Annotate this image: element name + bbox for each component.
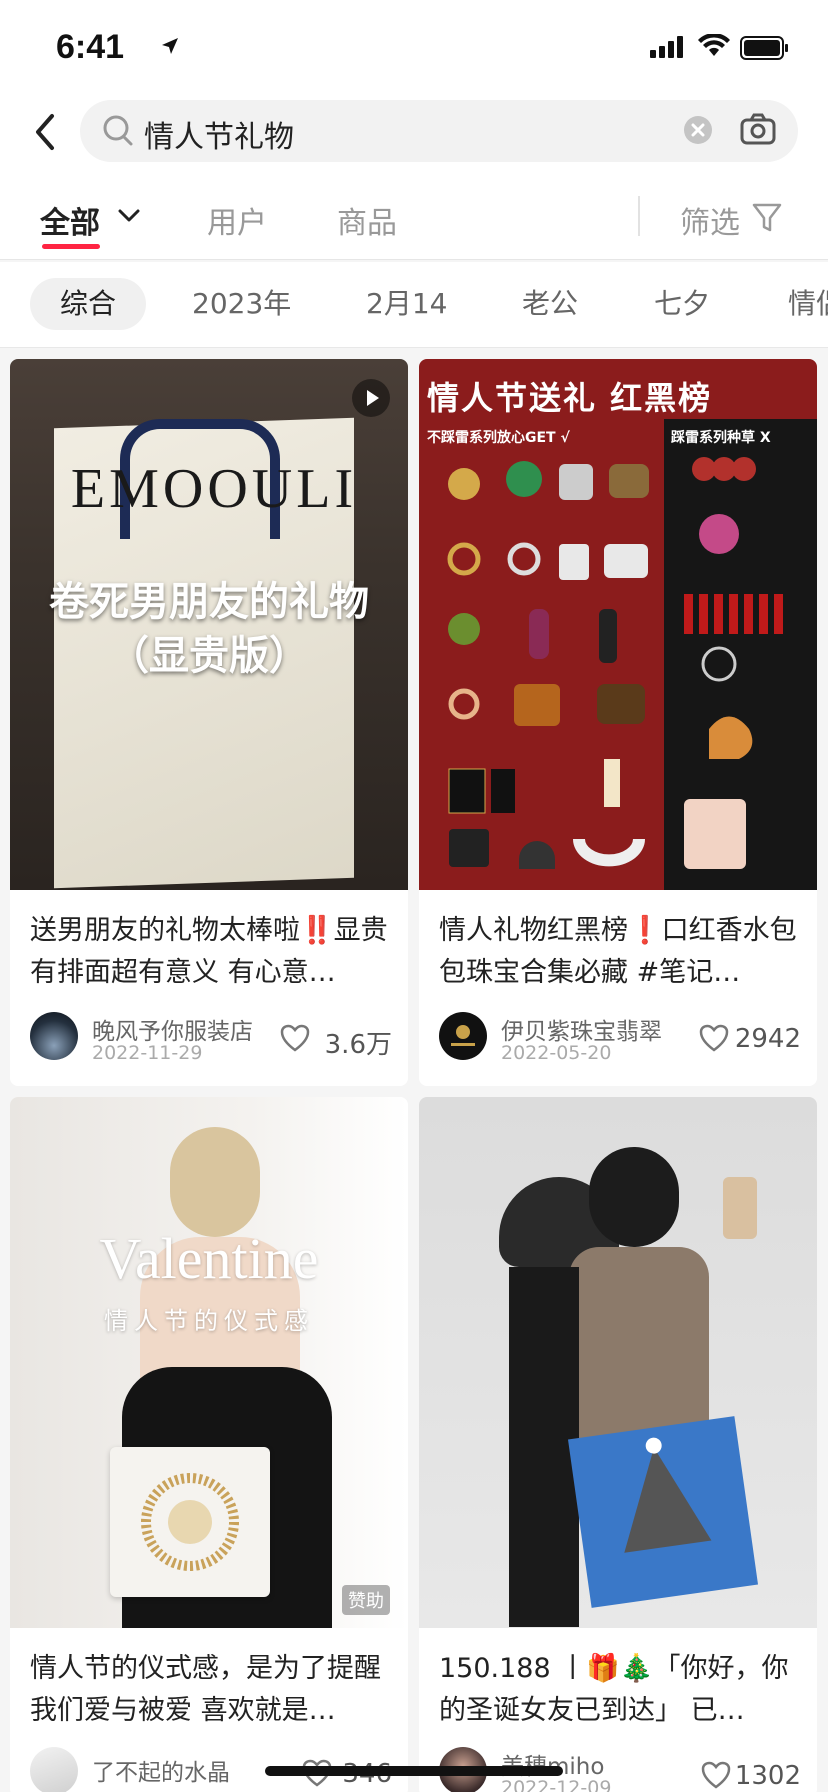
- filter-icon[interactable]: [752, 202, 782, 238]
- battery-icon: [740, 36, 790, 64]
- note-title[interactable]: 情人礼物红黑榜❗️口红香水包包珠宝合集必藏 #笔记…: [439, 910, 801, 994]
- video-badge: [352, 379, 390, 417]
- cover-caption-line1: 卷死男朋友的礼物: [49, 579, 369, 625]
- poster-product-grid: [447, 457, 783, 869]
- status-bar: 6:41: [0, 0, 828, 96]
- back-button[interactable]: [26, 106, 66, 158]
- author-name[interactable]: 晚风予你服装店: [92, 1012, 253, 1046]
- cover-caption-line1: Valentine: [99, 1226, 319, 1291]
- chip-couple[interactable]: 情侣: [758, 278, 828, 330]
- note-meta: 伊贝紫珠宝翡翠 2022-05-20 2942: [439, 1012, 801, 1064]
- signal-icon: [650, 36, 686, 62]
- note-card[interactable]: Valentine 情人节的仪式感 赞助 情人节的仪式感，是为了提醒我们爱与被爱…: [10, 1097, 408, 1792]
- wifi-icon: [698, 33, 730, 62]
- cover-caption-line2: （显贵版）: [109, 633, 309, 679]
- avatar[interactable]: [439, 1012, 487, 1060]
- tab-goods[interactable]: 商品: [337, 198, 397, 242]
- active-tab-indicator: [42, 244, 100, 249]
- post-date: 2022-12-09: [501, 1777, 612, 1792]
- heart-icon[interactable]: [701, 1761, 731, 1792]
- post-date: 2022-11-29: [92, 1042, 203, 1064]
- chevron-down-icon[interactable]: [117, 205, 141, 229]
- note-card[interactable]: 150.188 丨🎁🎄「你好，你的圣诞女友已到达」 已… 美穗miho 2022…: [419, 1097, 817, 1792]
- gift-box-image: [110, 1447, 270, 1597]
- like-count: 3.6万: [324, 1030, 392, 1060]
- like-count: 2942: [734, 1024, 801, 1054]
- home-indicator[interactable]: [265, 1766, 563, 1776]
- note-cover-image[interactable]: [419, 1097, 817, 1628]
- heart-icon[interactable]: [699, 1024, 729, 1056]
- tab-all[interactable]: 全部: [40, 198, 100, 242]
- author-name[interactable]: 了不起的水晶: [92, 1753, 230, 1787]
- chip-feb14[interactable]: 2月14: [336, 278, 477, 330]
- chip-2023[interactable]: 2023年: [162, 278, 321, 330]
- play-icon: [367, 390, 379, 406]
- note-title[interactable]: 150.188 丨🎁🎄「你好，你的圣诞女友已到达」 已…: [439, 1648, 801, 1732]
- location-arrow-icon: [160, 36, 180, 60]
- note-cover-image[interactable]: Valentine 情人节的仪式感 赞助: [10, 1097, 408, 1628]
- status-time: 6:41: [56, 28, 125, 66]
- brand-logo-icon: [451, 1025, 475, 1046]
- like-count: 1302: [734, 1761, 801, 1791]
- note-card[interactable]: 情人节送礼 红黑榜 不踩雷系列放心GET √ 踩雷系列种草 X 情人礼物红黑榜❗…: [419, 359, 817, 1086]
- model-hair-image: [170, 1127, 260, 1237]
- chip-husband[interactable]: 老公: [492, 278, 608, 330]
- note-title[interactable]: 送男朋友的礼物太棒啦‼️显贵有排面超有意义 有心意…: [30, 910, 392, 994]
- chip-comprehensive[interactable]: 综合: [30, 278, 147, 330]
- author-name[interactable]: 伊贝紫珠宝翡翠: [501, 1012, 662, 1046]
- gift-box-image: [567, 1416, 759, 1608]
- tab-divider: [638, 196, 640, 236]
- search-icon: [102, 114, 134, 152]
- note-meta: 晚风予你服装店 2022-11-29 3.6万: [30, 1012, 392, 1064]
- note-cover-image[interactable]: EMOOULI 卷死男朋友的礼物 （显贵版）: [10, 359, 408, 890]
- tab-users[interactable]: 用户: [207, 198, 267, 242]
- search-query[interactable]: 情人节礼物: [144, 112, 294, 156]
- sponsored-badge: 赞助: [342, 1585, 390, 1615]
- back-arrow-icon: [36, 114, 54, 150]
- note-card[interactable]: EMOOULI 卷死男朋友的礼物 （显贵版） 送男朋友的礼物太棒啦‼️显贵有排面…: [10, 359, 408, 1086]
- search-results-page: 6:41 情人节礼物 全部 用户 商品 筛选 综合 2023年 2月14 老公 …: [0, 0, 828, 1792]
- search-bar[interactable]: 情人节礼物: [80, 100, 798, 162]
- search-header: 情人节礼物: [0, 96, 828, 186]
- cover-caption-line2: 情人节的仪式感: [104, 1307, 314, 1335]
- note-cover-image[interactable]: 情人节送礼 红黑榜 不踩雷系列放心GET √ 踩雷系列种草 X: [419, 359, 817, 890]
- post-date: 2022-05-20: [501, 1042, 612, 1064]
- clear-search-button[interactable]: [684, 116, 712, 144]
- camera-icon: [740, 113, 776, 145]
- chip-qixi[interactable]: 七夕: [624, 278, 740, 330]
- hair-image: [589, 1147, 679, 1247]
- result-tabs: 全部 用户 商品 筛选: [0, 186, 828, 260]
- keyword-chips: 综合 2023年 2月14 老公 七夕 情侣: [0, 262, 828, 348]
- bag-brand-text: EMOOULI: [70, 458, 358, 520]
- camera-search-button[interactable]: [740, 113, 776, 149]
- avatar[interactable]: [30, 1012, 78, 1060]
- heart-icon[interactable]: [280, 1024, 310, 1056]
- close-icon: [691, 123, 705, 137]
- filter-button[interactable]: 筛选: [680, 198, 740, 242]
- phone-image: [723, 1177, 757, 1239]
- note-title[interactable]: 情人节的仪式感，是为了提醒我们爱与被爱 喜欢就是…: [30, 1648, 392, 1732]
- avatar[interactable]: [30, 1747, 78, 1792]
